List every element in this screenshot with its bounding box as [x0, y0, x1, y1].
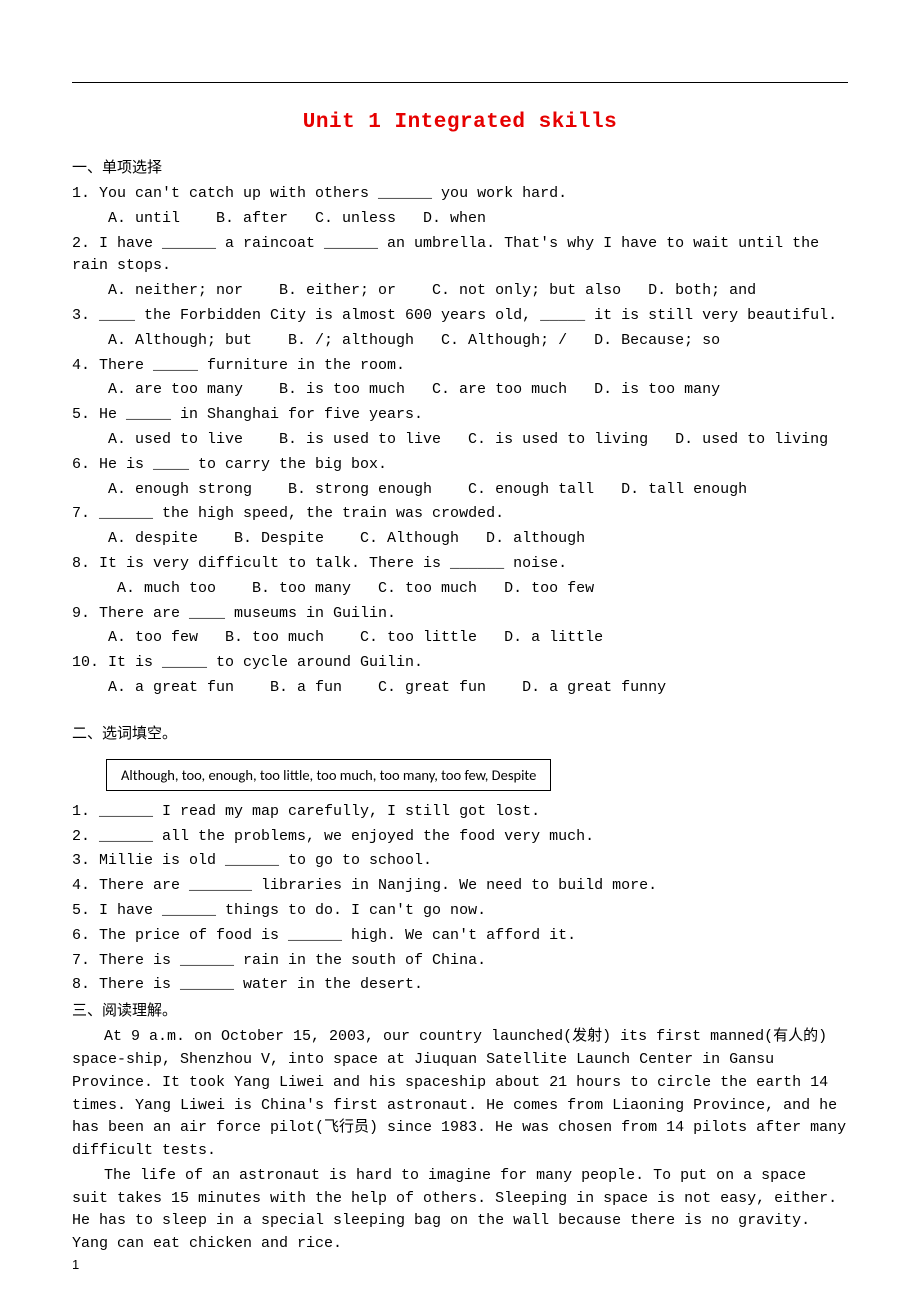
- fill-blank-item: 6. The price of food is ______ high. We …: [72, 925, 848, 948]
- mcq-options: A. much too B. too many C. too much D. t…: [72, 578, 848, 601]
- word-bank-box: Although, too, enough, too little, too m…: [106, 759, 551, 791]
- section-1-heading: 一、单项选择: [72, 156, 848, 177]
- mcq-options: A. enough strong B. strong enough C. eno…: [72, 479, 848, 502]
- fill-blank-item: 5. I have ______ things to do. I can't g…: [72, 900, 848, 923]
- top-horizontal-rule: [72, 82, 848, 83]
- section-2-heading: 二、选词填空。: [72, 722, 848, 743]
- fill-blank-item: 2. ______ all the problems, we enjoyed t…: [72, 826, 848, 849]
- mcq-question: 6. He is ____ to carry the big box.: [72, 454, 848, 477]
- fill-blank-list: 1. ______ I read my map carefully, I sti…: [72, 801, 848, 997]
- mcq-question: 3. ____ the Forbidden City is almost 600…: [72, 305, 848, 328]
- passage-paragraph: The life of an astronaut is hard to imag…: [72, 1165, 848, 1256]
- passage-paragraph: At 9 a.m. on October 15, 2003, our count…: [72, 1026, 848, 1163]
- mcq-options: A. too few B. too much C. too little D. …: [72, 627, 848, 650]
- mcq-options: A. are too many B. is too much C. are to…: [72, 379, 848, 402]
- fill-blank-item: 3. Millie is old ______ to go to school.: [72, 850, 848, 873]
- section-3-heading: 三、阅读理解。: [72, 999, 848, 1020]
- mcq-options: A. neither; nor B. either; or C. not onl…: [72, 280, 848, 303]
- page-number: 1: [72, 1257, 79, 1272]
- mcq-question: 1. You can't catch up with others ______…: [72, 183, 848, 206]
- fill-blank-item: 7. There is ______ rain in the south of …: [72, 950, 848, 973]
- fill-blank-item: 8. There is ______ water in the desert.: [72, 974, 848, 997]
- mcq-options: A. despite B. Despite C. Although D. alt…: [72, 528, 848, 551]
- reading-passage: At 9 a.m. on October 15, 2003, our count…: [72, 1026, 848, 1256]
- mcq-question: 9. There are ____ museums in Guilin.: [72, 603, 848, 626]
- fill-blank-item: 1. ______ I read my map carefully, I sti…: [72, 801, 848, 824]
- mcq-question: 5. He _____ in Shanghai for five years.: [72, 404, 848, 427]
- mcq-options: A. used to live B. is used to live C. is…: [72, 429, 848, 452]
- document-title: Unit 1 Integrated skills: [72, 111, 848, 134]
- mcq-question: 4. There _____ furniture in the room.: [72, 355, 848, 378]
- mcq-list: 1. You can't catch up with others ______…: [72, 183, 848, 700]
- mcq-question: 2. I have ______ a raincoat ______ an um…: [72, 233, 848, 279]
- mcq-options: A. a great fun B. a fun C. great fun D. …: [72, 677, 848, 700]
- mcq-question: 10. It is _____ to cycle around Guilin.: [72, 652, 848, 675]
- mcq-question: 8. It is very difficult to talk. There i…: [72, 553, 848, 576]
- document-page: Unit 1 Integrated skills 一、单项选择 1. You c…: [0, 0, 920, 1298]
- fill-blank-item: 4. There are _______ libraries in Nanjin…: [72, 875, 848, 898]
- mcq-question: 7. ______ the high speed, the train was …: [72, 503, 848, 526]
- mcq-options: A. until B. after C. unless D. when: [72, 208, 848, 231]
- mcq-options: A. Although; but B. /; although C. Altho…: [72, 330, 848, 353]
